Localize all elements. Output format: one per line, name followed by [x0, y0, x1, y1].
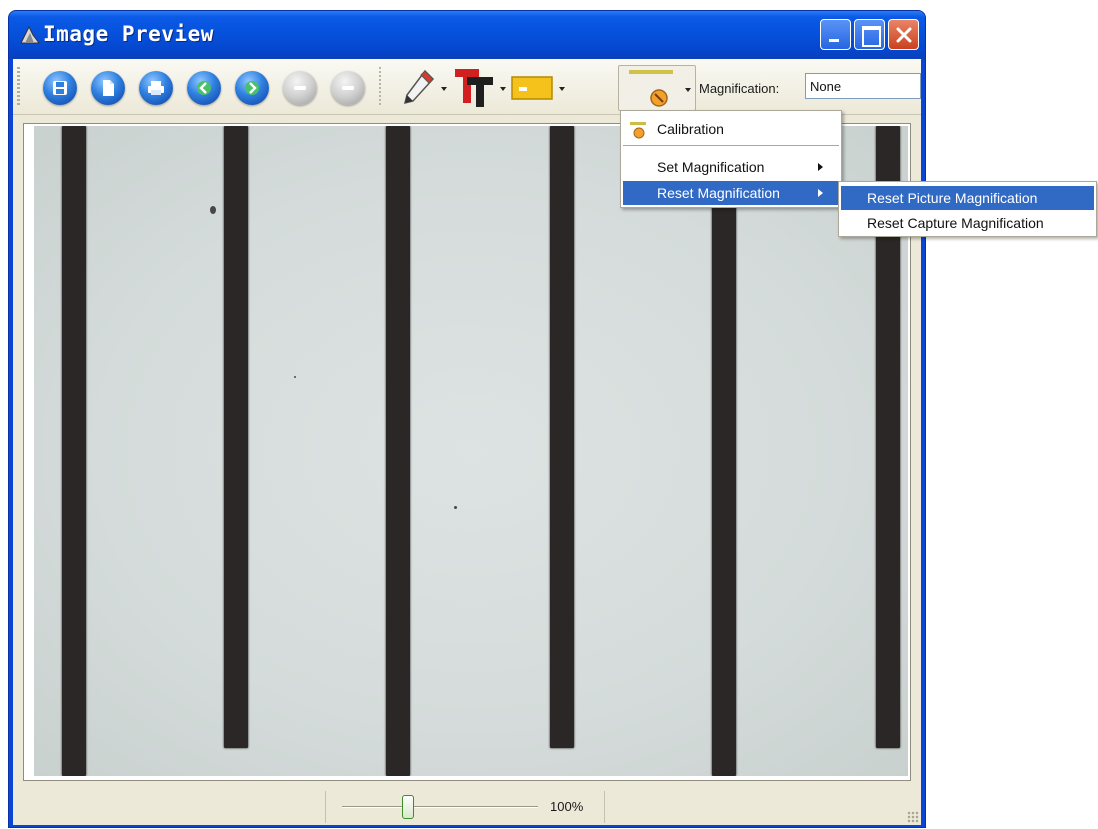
zoom-slider-panel: 100%	[325, 791, 605, 823]
magnification-menu: Calibration Set Magnification Reset Magn…	[620, 110, 842, 208]
menu-item-calibration[interactable]: Calibration	[623, 117, 839, 141]
debris-speck	[294, 376, 296, 378]
toolbar-grip[interactable]	[17, 67, 20, 107]
menu-separator	[623, 145, 839, 146]
magnification-field[interactable]	[805, 73, 921, 99]
pencil-icon[interactable]	[401, 67, 437, 107]
rectangle-icon[interactable]	[511, 75, 553, 101]
zoom-in-icon	[342, 86, 354, 90]
scale-mark	[712, 126, 736, 776]
image-viewport[interactable]	[23, 123, 911, 781]
debris-speck	[454, 506, 457, 509]
zoom-out-button[interactable]	[283, 71, 317, 105]
submenu-arrow-icon	[818, 189, 823, 197]
scale-mark	[224, 126, 248, 748]
scale-mark	[62, 126, 86, 776]
next-button[interactable]	[235, 71, 269, 105]
save-button[interactable]	[43, 71, 77, 105]
resize-grip[interactable]	[907, 811, 919, 823]
print-icon	[148, 81, 164, 95]
calibration-icon	[630, 122, 646, 139]
zoom-in-button[interactable]	[331, 71, 365, 105]
toolbar: Magnification:	[13, 59, 921, 115]
minimize-button[interactable]	[820, 19, 851, 50]
status-bar: 100%	[13, 787, 921, 825]
rectangle-dropdown-arrow[interactable]	[559, 87, 565, 91]
menu-item-reset-picture-magnification[interactable]: Reset Picture Magnification	[841, 186, 1094, 210]
app-icon	[20, 25, 40, 44]
debris-speck	[210, 206, 216, 214]
text-icon[interactable]	[453, 65, 497, 109]
magnification-label: Magnification:	[699, 81, 780, 96]
window-title: Image Preview	[43, 22, 214, 46]
measure-icon	[629, 70, 673, 107]
zoom-slider-thumb[interactable]	[402, 795, 414, 819]
text-dropdown-arrow[interactable]	[500, 87, 506, 91]
pencil-dropdown-arrow[interactable]	[441, 87, 447, 91]
maximize-button[interactable]	[854, 19, 885, 50]
new-document-icon	[103, 80, 114, 96]
scale-mark	[550, 126, 574, 748]
save-icon	[53, 81, 67, 95]
zoom-slider-track[interactable]	[342, 806, 538, 808]
zoom-percentage: 100%	[550, 799, 584, 814]
reset-magnification-submenu: Reset Picture Magnification Reset Captur…	[838, 181, 1097, 237]
microscope-image	[34, 126, 908, 776]
submenu-arrow-icon	[818, 163, 823, 171]
previous-icon	[197, 81, 211, 95]
title-bar[interactable]: Image Preview	[9, 11, 925, 59]
close-button[interactable]	[888, 19, 919, 50]
measure-dropdown-arrow[interactable]	[685, 88, 691, 92]
next-icon	[245, 81, 259, 95]
menu-item-reset-magnification[interactable]: Reset Magnification	[623, 181, 839, 205]
scale-mark	[386, 126, 410, 776]
measure-tool-button[interactable]	[618, 65, 696, 111]
menu-item-reset-capture-magnification[interactable]: Reset Capture Magnification	[841, 211, 1094, 235]
print-button[interactable]	[139, 71, 173, 105]
previous-button[interactable]	[187, 71, 221, 105]
zoom-out-icon	[294, 86, 306, 90]
new-document-button[interactable]	[91, 71, 125, 105]
menu-item-set-magnification[interactable]: Set Magnification	[623, 155, 839, 179]
close-icon	[896, 27, 912, 43]
toolbar-separator	[379, 67, 381, 107]
